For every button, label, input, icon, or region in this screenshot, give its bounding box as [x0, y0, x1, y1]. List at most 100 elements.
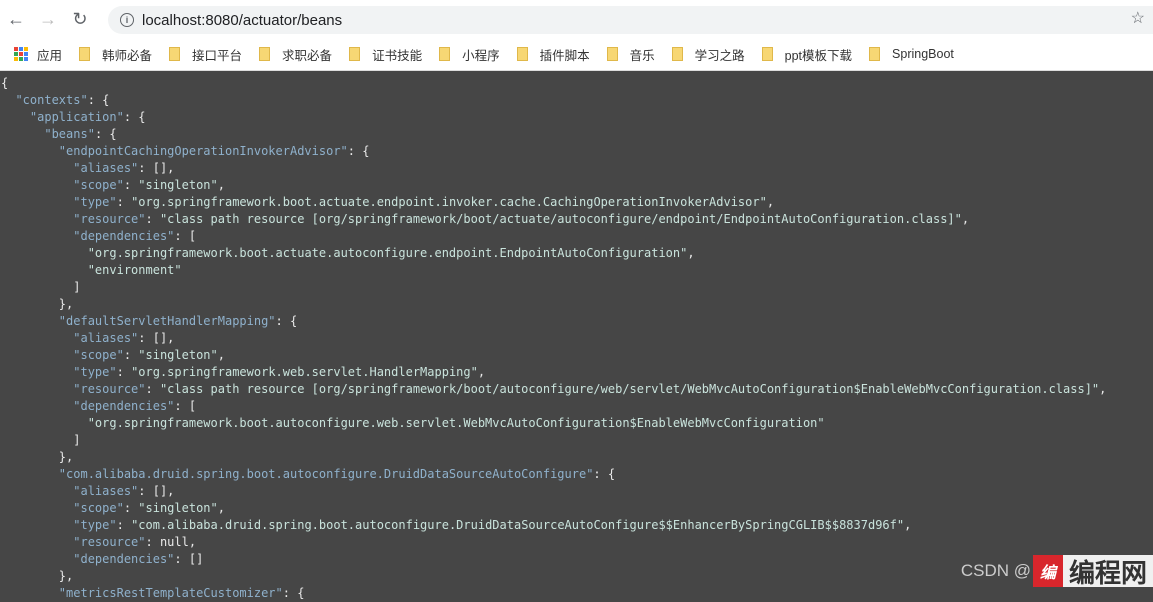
json-punctuation: [1, 382, 73, 396]
json-key: "scope": [73, 348, 124, 362]
bookmark-star-icon[interactable]: ☆: [1131, 8, 1145, 28]
json-key: "resource": [73, 212, 145, 226]
json-punctuation: :: [124, 178, 138, 192]
bookmark-label: 学习之路: [695, 45, 745, 64]
json-string: "environment": [88, 263, 182, 277]
json-line: "beans": {: [1, 126, 1153, 143]
watermark: CSDN @ 编 编程网: [961, 553, 1153, 589]
json-line: ]: [1, 279, 1153, 296]
folder-icon: [517, 47, 528, 61]
json-punctuation: :: [146, 212, 160, 226]
json-punctuation: : []: [174, 552, 203, 566]
json-line: "dependencies": [: [1, 398, 1153, 415]
json-punctuation: ,: [904, 518, 911, 532]
folder-icon: [259, 47, 270, 61]
json-punctuation: [1, 501, 73, 515]
json-punctuation: : {: [95, 127, 117, 141]
json-punctuation: [1, 399, 73, 413]
json-punctuation: ,: [478, 365, 485, 379]
json-punctuation: ,: [962, 212, 969, 226]
json-punctuation: [1, 110, 30, 124]
bookmark-label: 插件脚本: [540, 45, 590, 64]
info-icon[interactable]: i: [120, 13, 134, 27]
json-punctuation: :: [146, 382, 160, 396]
json-key: "scope": [73, 178, 124, 192]
bookmark-folder[interactable]: 插件脚本: [517, 45, 590, 64]
json-line: "application": {: [1, 109, 1153, 126]
reload-button[interactable]: ↻: [64, 9, 96, 30]
json-punctuation: [1, 365, 73, 379]
json-line: "type": "org.springframework.web.servlet…: [1, 364, 1153, 381]
json-key: "defaultServletHandlerMapping": [59, 314, 276, 328]
json-string: "org.springframework.boot.autoconfigure.…: [88, 416, 825, 430]
bookmark-folder[interactable]: 小程序: [439, 45, 500, 64]
folder-icon: [79, 47, 90, 61]
json-string: "class path resource [org/springframewor…: [160, 382, 1099, 396]
bookmark-folder[interactable]: 求职必备: [259, 45, 332, 64]
bookmark-folder[interactable]: 证书技能: [349, 45, 422, 64]
json-punctuation: : [: [174, 229, 196, 243]
json-punctuation: ,: [767, 195, 774, 209]
json-line: "endpointCachingOperationInvokerAdvisor"…: [1, 143, 1153, 160]
json-line: "type": "org.springframework.boot.actuat…: [1, 194, 1153, 211]
json-string: "singleton": [138, 501, 217, 515]
bookmark-label: 应用: [37, 45, 62, 64]
json-line: {: [1, 75, 1153, 92]
json-punctuation: [1, 331, 73, 345]
folder-icon: [349, 47, 360, 61]
json-string: "singleton": [138, 178, 217, 192]
json-punctuation: ,: [218, 501, 225, 515]
site-logo-text: 编程网: [1063, 555, 1153, 587]
json-line: "contexts": {: [1, 92, 1153, 109]
bookmark-folder[interactable]: 接口平台: [169, 45, 242, 64]
json-punctuation: [1, 161, 73, 175]
bookmarks-bar: 应用 韩师必备接口平台 求职必备证书技能 小程序 插件脚本 音乐 学习之路 ppt模板下载 S…: [0, 38, 1153, 71]
json-key: "com.alibaba.druid.spring.boot.autoconfi…: [59, 467, 594, 481]
json-line: },: [1, 449, 1153, 466]
json-punctuation: [1, 484, 73, 498]
json-key: "type": [73, 195, 116, 209]
json-punctuation: ]: [1, 433, 80, 447]
bookmark-label: ppt模板下载: [785, 45, 852, 64]
forward-button[interactable]: →: [32, 9, 64, 30]
json-line: "aliases": [],: [1, 330, 1153, 347]
bookmark-folder[interactable]: 音乐: [607, 45, 655, 64]
json-punctuation: [1, 467, 59, 481]
bookmark-label: SpringBoot: [892, 47, 954, 61]
folder-icon: [169, 47, 180, 61]
address-bar[interactable]: i localhost:8080/actuator/beans ☆: [108, 6, 1153, 34]
json-string: "org.springframework.web.servlet.Handler…: [131, 365, 478, 379]
json-line: "scope": "singleton",: [1, 177, 1153, 194]
json-line: "type": "com.alibaba.druid.spring.boot.a…: [1, 517, 1153, 534]
json-punctuation: ,: [218, 348, 225, 362]
json-punctuation: [1, 416, 88, 430]
json-punctuation: : null,: [146, 535, 197, 549]
json-key: "aliases": [73, 161, 138, 175]
bookmark-label: 韩师必备: [102, 45, 152, 64]
json-line: "scope": "singleton",: [1, 347, 1153, 364]
bookmark-label: 小程序: [462, 45, 500, 64]
bookmark-label: 音乐: [630, 45, 655, 64]
json-punctuation: ,: [218, 178, 225, 192]
bookmark-folder[interactable]: 学习之路: [672, 45, 745, 64]
json-line: "defaultServletHandlerMapping": {: [1, 313, 1153, 330]
bookmark-apps[interactable]: 应用: [14, 45, 62, 64]
browser-toolbar: ← → ↻ i localhost:8080/actuator/beans ☆: [0, 0, 1153, 38]
bookmark-folder[interactable]: SpringBoot: [869, 45, 954, 64]
bookmark-folder[interactable]: ppt模板下载: [762, 45, 852, 64]
json-string: "com.alibaba.druid.spring.boot.autoconfi…: [131, 518, 904, 532]
folder-icon: [869, 47, 880, 61]
bookmark-folder[interactable]: 韩师必备: [79, 45, 152, 64]
site-logo-icon: 编: [1033, 555, 1063, 587]
json-line: "dependencies": [: [1, 228, 1153, 245]
json-punctuation: :: [117, 195, 131, 209]
json-punctuation: : {: [593, 467, 615, 481]
back-button[interactable]: ←: [0, 9, 32, 30]
json-punctuation: },: [1, 569, 73, 583]
json-punctuation: },: [1, 297, 73, 311]
json-punctuation: [1, 518, 73, 532]
json-punctuation: : [],: [138, 484, 174, 498]
json-punctuation: [1, 229, 73, 243]
url-text[interactable]: localhost:8080/actuator/beans: [142, 12, 342, 29]
bookmark-label: 求职必备: [282, 45, 332, 64]
